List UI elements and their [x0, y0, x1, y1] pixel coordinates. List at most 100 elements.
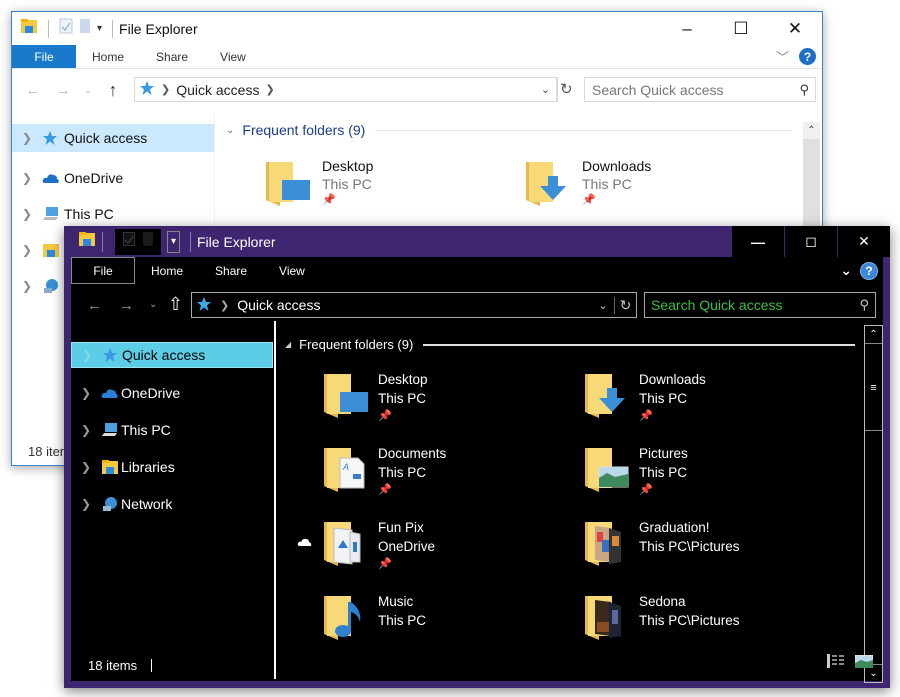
- libraries-icon: [42, 242, 62, 258]
- expand-chevron-icon[interactable]: ❯: [22, 279, 42, 293]
- minimize-button[interactable]: —: [731, 226, 784, 257]
- expand-ribbon-icon[interactable]: ⌄: [840, 262, 852, 279]
- search-input[interactable]: Search Quick access ⚲: [644, 292, 876, 318]
- up-button[interactable]: ⇧: [168, 294, 183, 315]
- window-title: File Explorer: [119, 20, 198, 37]
- ribbon-tabs: File Home Share View ﹀ ?: [12, 45, 822, 69]
- close-button[interactable]: ✕: [837, 226, 890, 257]
- sidebar-item-quick-access[interactable]: ❯ Quick access: [71, 342, 273, 368]
- address-bar[interactable]: ❯ Quick access ❯ ⌄: [134, 77, 558, 102]
- expand-chevron-icon[interactable]: ❯: [22, 171, 42, 185]
- network-icon: [101, 496, 119, 512]
- refresh-icon[interactable]: ↻: [560, 80, 573, 98]
- folder-tile-fun-pix[interactable]: Fun Pix OneDrive 📌: [297, 518, 435, 572]
- breadcrumb-chevron-icon[interactable]: ❯: [265, 83, 274, 96]
- maximize-button[interactable]: ☐: [714, 12, 768, 45]
- tab-view[interactable]: View: [263, 257, 321, 284]
- close-button[interactable]: ✕: [768, 12, 822, 45]
- folder-tile-documents[interactable]: A Documents This PC 📌: [324, 444, 446, 498]
- breadcrumb-quick-access[interactable]: Quick access: [237, 297, 320, 313]
- folder-tile-downloads[interactable]: Downloads This PC 📌: [585, 370, 706, 424]
- tab-share[interactable]: Share: [140, 45, 204, 68]
- vertical-scrollbar[interactable]: ⌃ ≡ ⌄: [864, 325, 883, 683]
- breadcrumb-quick-access[interactable]: Quick access: [176, 82, 259, 98]
- folder-tile-desktop[interactable]: Desktop This PC 📌: [324, 370, 428, 424]
- folder-tile-downloads[interactable]: Downloads This PC 📌: [526, 158, 651, 211]
- collapse-chevron-icon[interactable]: ⌄: [226, 125, 234, 136]
- expand-chevron-icon[interactable]: ❯: [22, 207, 42, 221]
- expand-ribbon-icon[interactable]: ﹀: [776, 47, 789, 66]
- folder-tile-graduation[interactable]: Graduation! This PC\Pictures: [585, 518, 740, 571]
- help-icon[interactable]: ?: [799, 48, 816, 65]
- pin-icon[interactable]: 📌: [639, 482, 688, 498]
- pin-icon[interactable]: 📌: [378, 556, 435, 572]
- computer-icon: [101, 422, 119, 438]
- recent-locations-button[interactable]: ⌄: [78, 85, 98, 96]
- tab-home[interactable]: Home: [135, 257, 199, 284]
- customize-toolbar-icon[interactable]: ▾: [167, 230, 180, 253]
- scroll-up-icon[interactable]: ⌃: [803, 122, 820, 139]
- expand-chevron-icon[interactable]: ❯: [81, 497, 101, 511]
- network-icon: [42, 278, 62, 294]
- search-icon: ⚲: [859, 297, 869, 312]
- sidebar-item-quick-access[interactable]: ❯ Quick access: [12, 124, 214, 152]
- tab-share[interactable]: Share: [199, 257, 263, 284]
- computer-icon: [42, 206, 62, 222]
- minimize-button[interactable]: –: [660, 12, 714, 45]
- details-view-icon[interactable]: [827, 654, 845, 673]
- title-bar: ▾ File Explorer – ☐ ✕: [12, 12, 822, 45]
- address-dropdown-icon[interactable]: ⌄: [535, 78, 557, 101]
- folder-tile-music[interactable]: Music This PC: [324, 592, 426, 645]
- tab-home[interactable]: Home: [76, 45, 140, 68]
- tab-file[interactable]: File: [71, 257, 135, 284]
- expand-chevron-icon[interactable]: ❯: [82, 348, 102, 362]
- expand-chevron-icon[interactable]: ❯: [22, 131, 42, 145]
- refresh-icon[interactable]: ↻: [614, 296, 636, 314]
- customize-toolbar-icon[interactable]: ▾: [97, 23, 102, 34]
- up-button[interactable]: ↑: [98, 80, 128, 101]
- back-button[interactable]: ←: [87, 297, 102, 314]
- new-folder-icon[interactable]: [79, 18, 91, 39]
- expand-chevron-icon[interactable]: ❯: [81, 386, 101, 400]
- folder-tile-desktop[interactable]: Desktop This PC 📌: [266, 158, 373, 211]
- properties-icon[interactable]: [123, 232, 135, 251]
- photo-folder-icon: [324, 518, 370, 572]
- search-input[interactable]: Search Quick access ⚲: [584, 77, 816, 102]
- properties-icon[interactable]: [59, 18, 73, 39]
- expand-chevron-icon[interactable]: ❯: [81, 460, 101, 474]
- folder-tile-pictures[interactable]: Pictures This PC 📌: [585, 444, 688, 498]
- group-header-frequent-folders[interactable]: ◢ Frequent folders (9): [285, 337, 855, 352]
- sidebar-item-network[interactable]: ❯ Network: [71, 485, 273, 522]
- sidebar-item-this-pc[interactable]: ❯ This PC: [71, 411, 273, 448]
- cloud-icon: [101, 387, 119, 399]
- group-header-frequent-folders[interactable]: ⌄ Frequent folders (9): [226, 122, 792, 138]
- back-button[interactable]: ←: [18, 82, 48, 99]
- pane-splitter[interactable]: [274, 321, 276, 679]
- pin-icon[interactable]: 📌: [378, 482, 446, 498]
- tab-file[interactable]: File: [12, 45, 76, 68]
- pin-icon[interactable]: 📌: [639, 408, 706, 424]
- collapse-triangle-icon[interactable]: ◢: [285, 340, 291, 349]
- expand-chevron-icon[interactable]: ❯: [81, 423, 101, 437]
- pin-icon[interactable]: 📌: [378, 408, 428, 424]
- help-icon[interactable]: ?: [860, 261, 878, 280]
- large-icons-view-icon[interactable]: [854, 654, 874, 673]
- scroll-up-icon[interactable]: ⌃: [865, 326, 882, 344]
- address-bar[interactable]: ❯ Quick access ⌄ ↻: [191, 292, 637, 318]
- sidebar-item-onedrive[interactable]: ❯ OneDrive: [12, 160, 214, 196]
- sidebar-item-libraries[interactable]: ❯ Libraries: [71, 448, 273, 485]
- cloud-icon: [42, 172, 62, 184]
- maximize-button[interactable]: ◻: [784, 226, 837, 257]
- svg-text:A: A: [342, 462, 349, 472]
- address-dropdown-icon[interactable]: ⌄: [592, 299, 614, 312]
- tab-view[interactable]: View: [204, 45, 262, 68]
- folder-tile-sedona[interactable]: Sedona This PC\Pictures: [585, 592, 740, 645]
- forward-button[interactable]: →: [119, 297, 134, 314]
- forward-button[interactable]: →: [48, 82, 78, 99]
- status-bar: 18 items: [88, 658, 153, 673]
- new-folder-icon[interactable]: [143, 232, 153, 251]
- scroll-thumb[interactable]: ≡: [865, 345, 882, 431]
- recent-locations-button[interactable]: ⌄: [149, 299, 157, 310]
- expand-chevron-icon[interactable]: ❯: [22, 243, 42, 257]
- sidebar-item-onedrive[interactable]: ❯ OneDrive: [71, 374, 273, 411]
